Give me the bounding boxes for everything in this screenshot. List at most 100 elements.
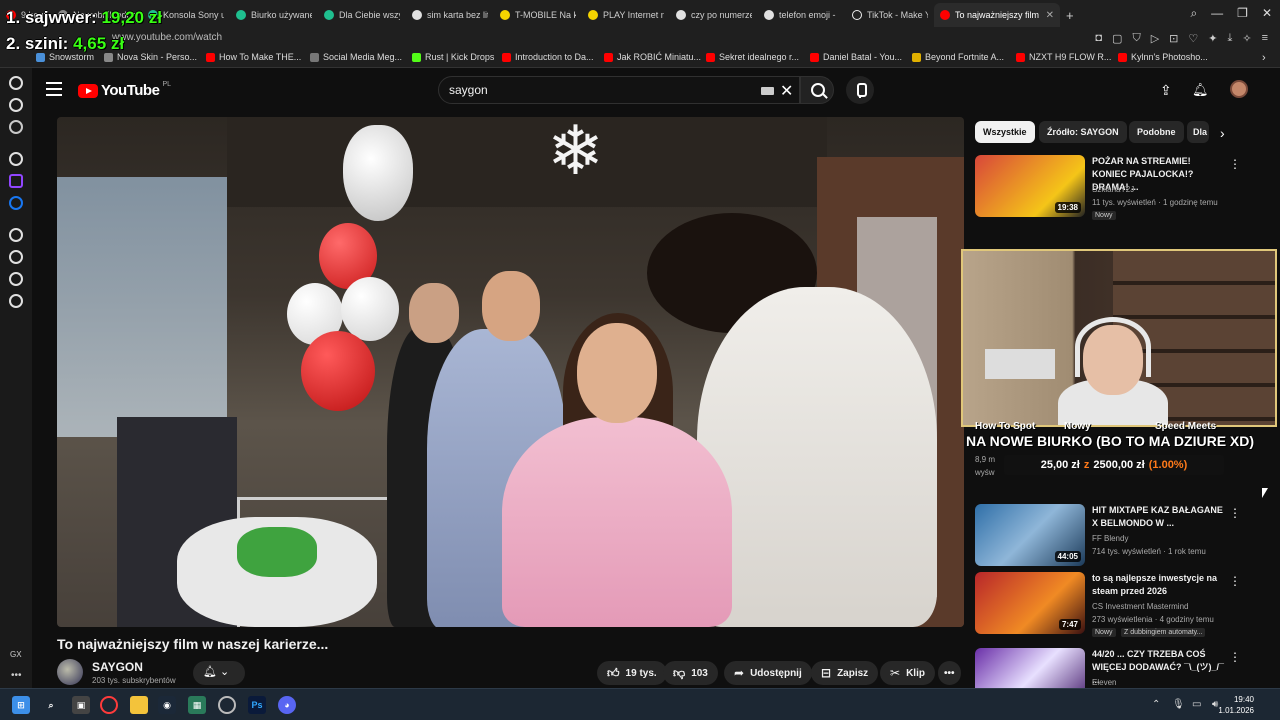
chevron-right-icon[interactable]: › <box>1220 125 1225 141</box>
brush-icon[interactable] <box>9 228 23 242</box>
related-video-title[interactable]: to są najlepsze inwestycje na steam prze… <box>1092 572 1228 598</box>
bookmark-icon[interactable]: ⊡ <box>1169 32 1178 45</box>
close-window-icon[interactable]: ✕ <box>1262 6 1272 21</box>
aria-icon[interactable] <box>9 76 23 90</box>
video-options-icon[interactable]: ⋮ <box>1229 574 1241 588</box>
create-upload-icon[interactable]: ⇪ <box>1160 82 1172 99</box>
bookmark-item[interactable]: NZXT H9 FLOW R... <box>1016 52 1111 62</box>
search-input[interactable] <box>449 83 749 97</box>
user-avatar[interactable] <box>1230 80 1248 98</box>
task-view-icon[interactable]: ▣ <box>72 696 90 714</box>
video-thumbnail[interactable]: 44:05 <box>975 504 1085 566</box>
taskbar-clock[interactable]: 19:40 1.01.2026 <box>1218 694 1254 716</box>
browser-tab[interactable]: czy po numerze <box>670 3 758 27</box>
chip-related[interactable]: Podobne <box>1129 121 1184 143</box>
bookmark-item[interactable]: Daniel Batal - You... <box>810 52 902 62</box>
bookmark-item[interactable]: Rust | Kick Drops <box>412 52 494 62</box>
chip-from-channel[interactable]: Źródło: SAYGON <box>1039 121 1127 143</box>
video-options-icon[interactable]: ⋮ <box>1229 506 1241 520</box>
channel-avatar[interactable] <box>57 659 83 685</box>
play-icon[interactable]: ▷ <box>1151 32 1159 45</box>
share-button[interactable]: ➦ Udostępnij <box>724 661 812 685</box>
history-icon[interactable] <box>9 250 23 264</box>
video-thumbnail[interactable]: 19:38 <box>975 155 1085 217</box>
video-thumbnail[interactable] <box>975 648 1085 688</box>
save-button[interactable]: ⊟ Zapisz <box>811 661 879 685</box>
keyboard-icon[interactable] <box>761 87 774 95</box>
chip-all[interactable]: Wszystkie <box>975 121 1035 143</box>
more-actions-button[interactable]: ••• <box>938 661 961 685</box>
bookmark-item[interactable]: Kylnn's Photosho... <box>1118 52 1208 62</box>
heart-icon[interactable]: ♡ <box>1188 32 1198 45</box>
channel-name[interactable]: SAYGON <box>92 660 143 674</box>
stash-icon[interactable] <box>9 272 23 286</box>
tray-chevron-icon[interactable]: ⌃ <box>1152 699 1160 710</box>
video-player[interactable]: ❄ <box>57 117 964 627</box>
bookmark-item[interactable]: How To Make THE... <box>206 52 301 62</box>
voice-search-button[interactable] <box>846 76 874 104</box>
photoshop-icon[interactable]: Ps <box>248 696 266 714</box>
network-icon[interactable]: ▭ <box>1192 699 1201 710</box>
app-icon[interactable]: ▦ <box>188 696 206 714</box>
related-video[interactable]: 44/20 ... CZY TRZEBA COŚ WIĘCEJ DODAWAĆ?… <box>975 648 1247 688</box>
opera-gx-icon[interactable] <box>100 696 118 714</box>
chrome-icon[interactable] <box>218 696 236 714</box>
dislike-button[interactable]: 👎︎ 103 <box>663 661 718 685</box>
video-options-icon[interactable]: ⋮ <box>1229 157 1241 171</box>
search-tabs-icon[interactable]: ⌕ <box>1190 6 1197 21</box>
related-video[interactable]: 44:05 HIT MIXTAPE KAZ BAŁAGANE X BELMOND… <box>975 504 1247 566</box>
related-video[interactable]: 19:38 POŻAR NA STREAMIE! KONIEC PAJALOCK… <box>975 155 1247 223</box>
settings-icon[interactable] <box>9 294 23 308</box>
cube-icon[interactable]: ▢ <box>1112 32 1122 45</box>
browser-tab-active[interactable]: To najważniejszy film w na✕ <box>934 3 1060 27</box>
download-icon[interactable]: ⤓ <box>1227 32 1232 45</box>
clip-button[interactable]: ✂ Klip <box>880 661 935 685</box>
bookmark-item[interactable]: Introduction to Da... <box>502 52 594 62</box>
microphone-icon[interactable]: 🎙︎ <box>1172 699 1185 710</box>
subscribed-bell-button[interactable]: 🔔︎ ⌄ <box>193 661 245 685</box>
browser-tab[interactable]: PLAY Internet n <box>582 3 670 27</box>
start-windows-icon[interactable]: ⊞ <box>12 696 30 714</box>
twitch-icon[interactable] <box>9 174 23 188</box>
video-options-icon[interactable]: ⋮ <box>1229 650 1241 664</box>
camera-icon[interactable]: ◘ <box>1095 32 1102 45</box>
discord-icon[interactable]: ◕ <box>278 696 296 714</box>
volume-icon[interactable]: 🔊︎ <box>1212 699 1218 710</box>
new-tab-button[interactable]: + <box>1060 3 1084 27</box>
related-video-title[interactable]: HIT MIXTAPE KAZ BAŁAGANE X BELMONDO W ..… <box>1092 504 1228 530</box>
clear-search-icon[interactable]: ✕ <box>780 81 793 101</box>
url-field[interactable]: www.youtube.com/watch <box>112 32 222 43</box>
ai-icon[interactable]: ✧ <box>1242 32 1251 45</box>
related-video-channel[interactable]: FF Blendy <box>1092 534 1128 543</box>
bookmark-item[interactable]: Sekret idealnego r... <box>706 52 799 62</box>
close-tab-icon[interactable]: ✕ <box>1046 10 1054 21</box>
bookmark-item[interactable]: Social Media Meg... <box>310 52 402 62</box>
browser-tab[interactable]: telefon emoji - <box>758 3 846 27</box>
video-thumbnail[interactable]: 7:47 <box>975 572 1085 634</box>
browser-tab[interactable]: Dla Ciebie wszy <box>318 3 406 27</box>
minimize-icon[interactable]: — <box>1211 6 1223 21</box>
sidebar-more-icon[interactable]: ••• <box>11 670 22 681</box>
file-explorer-icon[interactable] <box>130 696 148 714</box>
related-video[interactable]: 7:47 to są najlepsze inwestycje na steam… <box>975 572 1247 638</box>
openai-icon[interactable] <box>9 152 23 166</box>
maximize-icon[interactable]: ❐ <box>1237 6 1248 21</box>
steam-icon[interactable]: ◉ <box>158 696 176 714</box>
related-video-channel[interactable]: CS Investment Mastermind <box>1092 602 1188 611</box>
shield-icon[interactable]: ⛉ <box>1132 32 1140 45</box>
extension-icon[interactable] <box>9 98 23 112</box>
browser-tab[interactable]: Biurko używane <box>230 3 318 27</box>
extensions-icon[interactable]: ✦ <box>1208 32 1217 45</box>
messenger-icon[interactable] <box>9 196 23 210</box>
browser-tab[interactable]: sim karta bez lit <box>406 3 494 27</box>
like-button[interactable]: 👍︎ 19 tys. <box>597 661 667 685</box>
search-icon[interactable]: ⌕ <box>42 696 60 714</box>
browser-tab[interactable]: T-MOBILE Na k <box>494 3 582 27</box>
hamburger-menu-icon[interactable] <box>46 82 62 96</box>
flower-icon[interactable] <box>9 120 23 134</box>
related-video-channel[interactable]: Eleven <box>1092 678 1116 687</box>
bookmarks-overflow-icon[interactable]: › <box>1262 52 1266 64</box>
youtube-logo[interactable]: YouTube PL <box>78 81 171 99</box>
chip-for-you[interactable]: Dla <box>1187 121 1209 143</box>
bookmark-item[interactable]: Jak ROBIĆ Miniatu... <box>604 52 701 62</box>
